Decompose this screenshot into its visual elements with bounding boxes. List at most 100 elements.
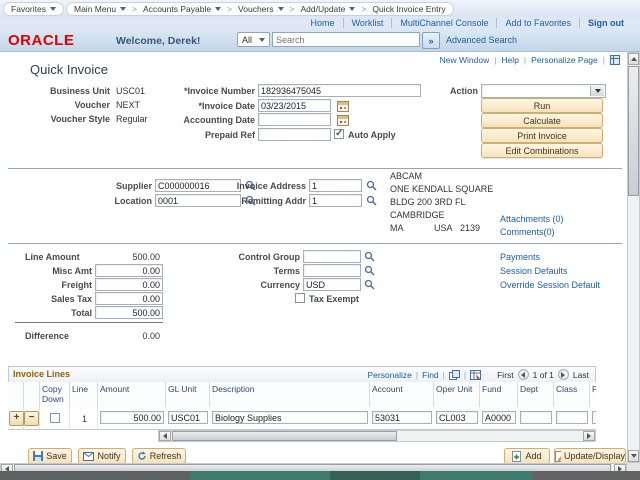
calendar-icon[interactable] (337, 100, 349, 112)
favorites-menu[interactable]: Favorites (3, 2, 64, 16)
add-row-button[interactable]: + (9, 411, 24, 426)
home-link[interactable]: Home (303, 18, 344, 28)
lookup-icon[interactable] (364, 265, 375, 276)
lookup-icon[interactable] (364, 251, 375, 262)
action-select[interactable] (481, 84, 606, 98)
breadcrumb-item-add-update[interactable]: Add/Update (300, 4, 345, 14)
run-button[interactable]: Run (481, 98, 603, 113)
lookup-icon[interactable] (366, 180, 377, 191)
add-to-favorites-link[interactable]: Add to Favorites (497, 18, 580, 28)
grid-horizontal-scrollbar[interactable] (158, 430, 596, 442)
next-row-icon[interactable] (558, 369, 569, 380)
search-input[interactable] (272, 32, 420, 47)
total-divider (15, 322, 163, 323)
grid-scrollbar-thumb[interactable] (172, 431, 397, 441)
sales-tax-field[interactable] (95, 292, 163, 305)
column-header-account[interactable]: Account (370, 382, 434, 407)
invoice-address-label: Invoice Address (228, 181, 306, 191)
notify-button[interactable]: Notify (78, 448, 126, 464)
breadcrumb-item-vouchers[interactable]: Vouchers (238, 4, 273, 14)
column-header-line[interactable]: Line (70, 382, 98, 407)
view-all-icon[interactable] (449, 370, 460, 380)
scroll-left-icon[interactable] (159, 431, 171, 441)
new-window-link[interactable]: New Window (440, 55, 490, 65)
override-session-default-link[interactable]: Override Session Default (500, 280, 600, 290)
terms-field[interactable] (303, 264, 361, 277)
refresh-button[interactable]: Refresh (132, 448, 186, 464)
control-group-field[interactable] (303, 250, 361, 263)
print-invoice-button[interactable]: Print Invoice (481, 128, 603, 143)
calculate-button[interactable]: Calculate (481, 113, 603, 128)
vertical-scrollbar-thumb[interactable] (628, 66, 639, 196)
previous-row-icon[interactable] (518, 369, 529, 380)
column-header-fund[interactable]: Fund (480, 382, 518, 407)
column-header-gl-unit[interactable]: GL Unit (166, 382, 210, 407)
column-header-oper-unit[interactable]: Oper Unit (434, 382, 480, 407)
edit-combinations-button[interactable]: Edit Combinations (481, 143, 603, 158)
auto-apply-checkbox[interactable] (334, 129, 344, 139)
lookup-icon[interactable] (364, 279, 375, 290)
invoice-address-field[interactable] (309, 179, 362, 192)
personalize-page-link[interactable]: Personalize Page (531, 55, 598, 65)
row-class-field[interactable] (556, 411, 588, 424)
column-header-pc-unit[interactable]: PC Unit (590, 382, 596, 407)
prepaid-ref-field[interactable] (258, 128, 331, 141)
last-label[interactable]: Last (573, 370, 589, 380)
welcome-text: Welcome, Derek! (116, 35, 200, 47)
remitting-addr-field[interactable] (309, 194, 362, 207)
advanced-search-link[interactable]: Advanced Search (446, 35, 517, 45)
row-pc-unit-field[interactable] (592, 411, 596, 424)
payments-link[interactable]: Payments (500, 252, 540, 262)
row-amount-field[interactable] (100, 411, 164, 424)
attachments-link[interactable]: Attachments (0) (500, 214, 564, 224)
comments-link[interactable]: Comments(0) (500, 227, 555, 237)
scroll-right-icon[interactable] (583, 431, 595, 441)
vertical-scrollbar[interactable] (627, 52, 640, 463)
column-header-class[interactable]: Class (554, 382, 590, 407)
download-grid-icon[interactable] (470, 370, 481, 380)
invoice-number-field[interactable] (258, 84, 421, 97)
save-button[interactable]: Save (28, 448, 72, 464)
calendar-icon[interactable] (337, 114, 349, 126)
invoice-line-row: + − 1 (8, 407, 596, 430)
scroll-up-icon[interactable] (628, 53, 639, 65)
row-account-field[interactable] (372, 411, 432, 424)
freight-field[interactable] (95, 278, 163, 291)
add-button[interactable]: Add (504, 448, 550, 464)
row-fund-field[interactable] (482, 411, 516, 424)
row-description-field[interactable] (212, 411, 368, 424)
scroll-down-icon[interactable] (628, 450, 639, 462)
currency-field[interactable] (303, 278, 361, 291)
total-field[interactable] (95, 306, 163, 319)
help-link[interactable]: Help (501, 55, 518, 65)
sales-tax-label: Sales Tax (25, 294, 92, 304)
pagebar-grid-icon[interactable] (610, 55, 620, 65)
sign-out-link[interactable]: Sign out (580, 18, 632, 28)
invoice-date-field[interactable] (258, 99, 331, 112)
misc-amt-field[interactable] (95, 264, 163, 277)
breadcrumb-item-accounts-payable[interactable]: Accounts Payable (143, 4, 211, 14)
update-display-button[interactable]: Update/Display (554, 448, 626, 464)
row-gl-unit-field[interactable] (168, 411, 208, 424)
personalize-link[interactable]: Personalize (367, 370, 411, 380)
column-header-description[interactable]: Description (210, 382, 370, 407)
breadcrumb-item-main-menu[interactable]: Main Menu (74, 4, 116, 14)
session-defaults-link[interactable]: Session Defaults (500, 266, 568, 276)
search-go-button[interactable]: » (422, 32, 440, 49)
multichannel-console-link[interactable]: MultiChannel Console (392, 18, 497, 28)
column-header-dept[interactable]: Dept (518, 382, 554, 407)
accounting-date-field[interactable] (258, 113, 331, 126)
row-oper-unit-field[interactable] (436, 411, 478, 424)
column-header-copy-down[interactable]: Copy Down (40, 382, 70, 407)
search-scope-dropdown[interactable]: All (237, 32, 270, 47)
copy-down-checkbox[interactable] (50, 413, 60, 423)
delete-row-button[interactable]: − (24, 411, 39, 426)
column-header-amount[interactable]: Amount (98, 382, 166, 407)
tax-exempt-checkbox[interactable] (295, 293, 305, 303)
worklist-link[interactable]: Worklist (344, 18, 393, 28)
dropdown-arrow-icon[interactable] (590, 86, 604, 96)
first-label[interactable]: First (497, 370, 514, 380)
lookup-icon[interactable] (366, 195, 377, 206)
row-dept-field[interactable] (520, 411, 552, 424)
find-link[interactable]: Find (422, 370, 439, 380)
